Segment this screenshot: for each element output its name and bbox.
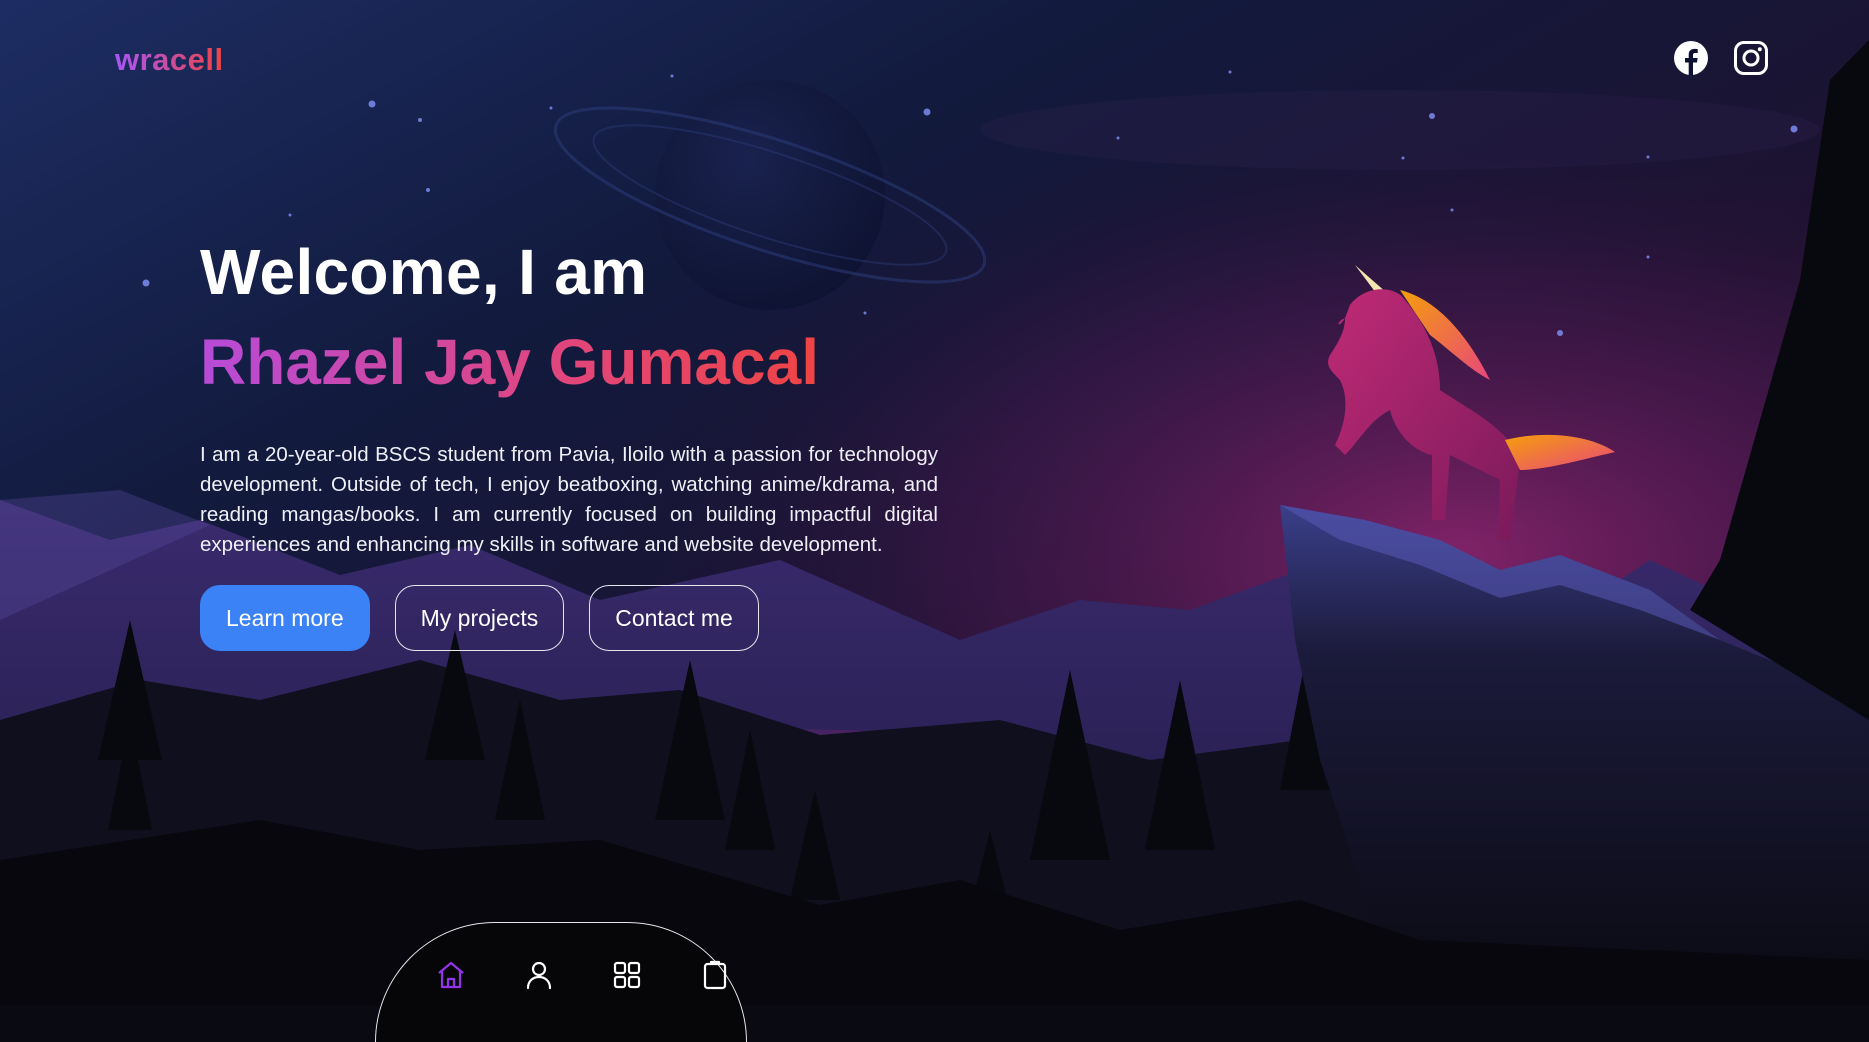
- brand-logo[interactable]: wracell: [115, 42, 224, 78]
- hero-section: Welcome, I am Rhazel Jay Gumacal I am a …: [200, 230, 938, 651]
- instagram-icon[interactable]: [1733, 40, 1769, 76]
- my-projects-button[interactable]: My projects: [394, 585, 565, 651]
- facebook-icon[interactable]: [1673, 40, 1709, 76]
- hero-buttons: Learn more My projects Contact me: [200, 585, 938, 651]
- contact-me-button[interactable]: Contact me: [589, 585, 759, 651]
- social-links: [1673, 40, 1769, 76]
- home-icon[interactable]: [429, 953, 473, 997]
- user-icon[interactable]: [517, 953, 561, 997]
- grid-icon[interactable]: [605, 953, 649, 997]
- hero-description: I am a 20-year-old BSCS student from Pav…: [200, 443, 938, 556]
- bottom-nav-dock: [375, 922, 747, 1042]
- hero-name: Rhazel Jay Gumacal: [200, 320, 819, 404]
- clipboard-icon[interactable]: [693, 953, 737, 997]
- learn-more-button[interactable]: Learn more: [200, 585, 370, 651]
- hero-greeting: Welcome, I am: [200, 236, 648, 308]
